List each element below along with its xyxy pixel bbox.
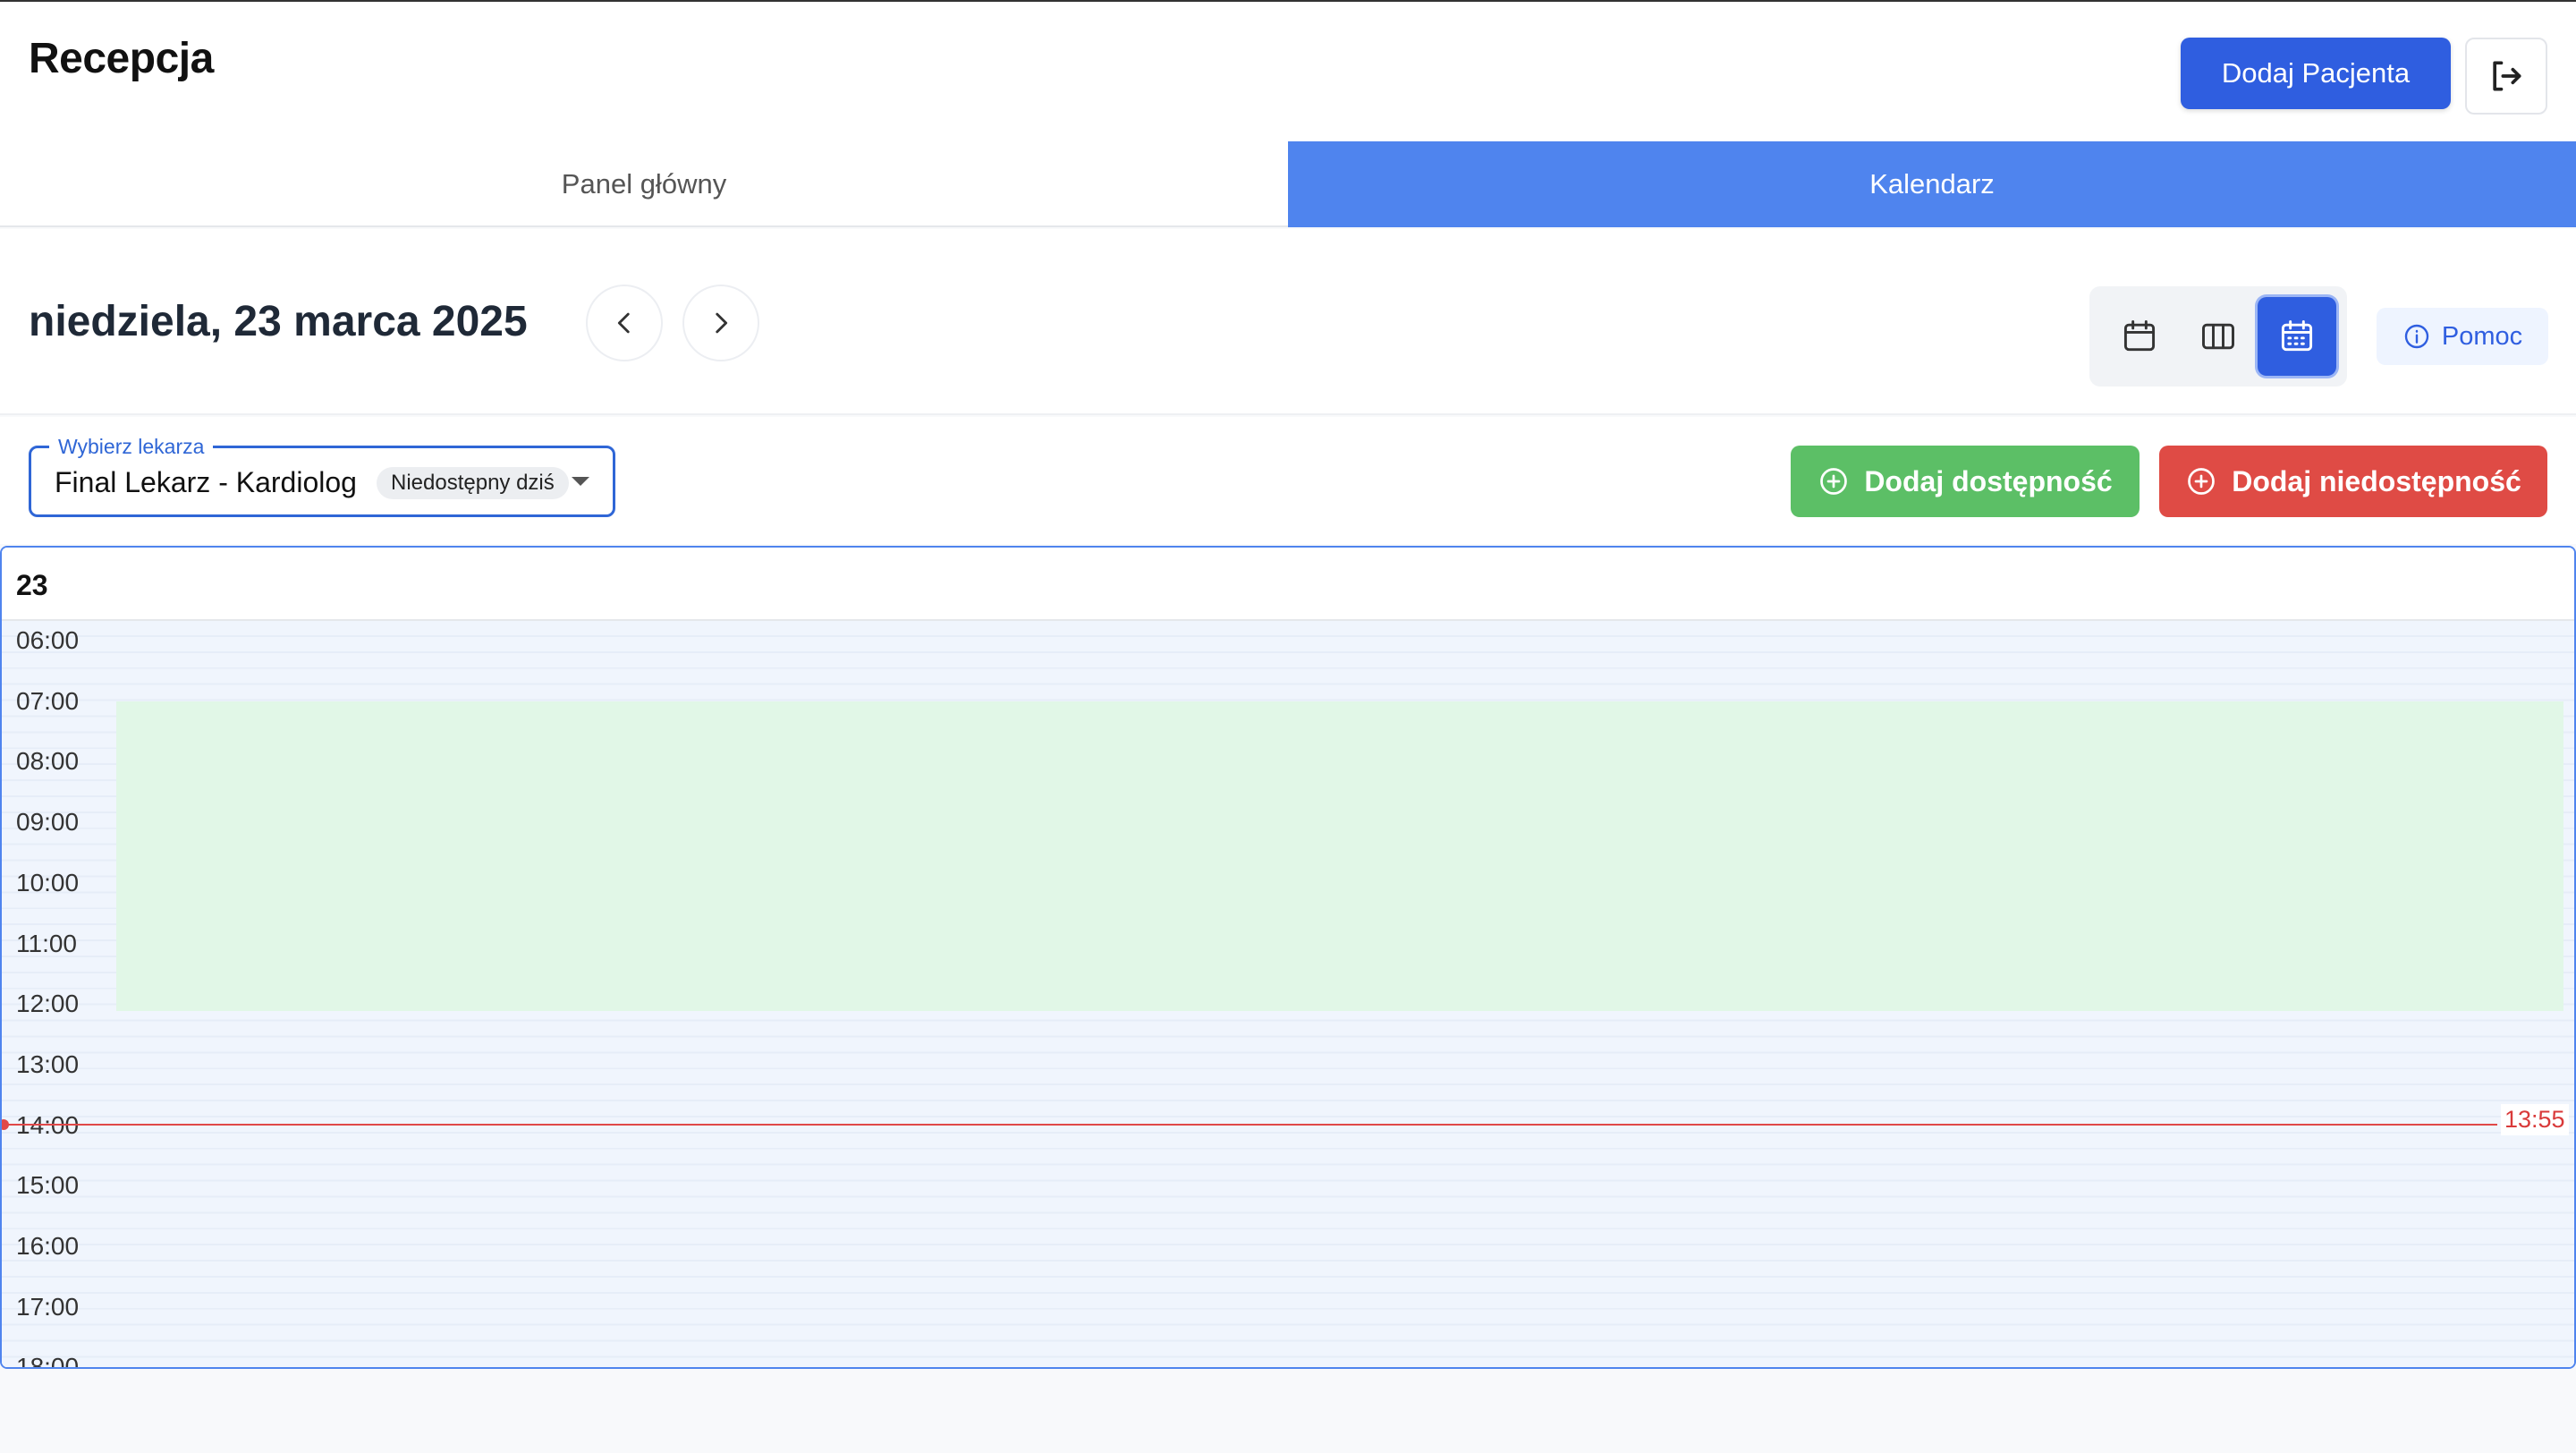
calendar-day-label: 23 bbox=[16, 569, 48, 601]
tab-kalendarz[interactable]: Kalendarz bbox=[1288, 141, 2576, 227]
add-availability-label: Dodaj dostępność bbox=[1864, 464, 2113, 497]
time-label: 17:00 bbox=[16, 1293, 80, 1321]
tab-panel-glowny[interactable]: Panel główny bbox=[0, 141, 1288, 227]
add-unavailability-label: Dodaj niedostępność bbox=[2232, 464, 2521, 497]
dropdown-arrow-icon bbox=[572, 477, 589, 486]
time-label: 13:00 bbox=[16, 1050, 80, 1078]
chevron-right-icon bbox=[716, 312, 728, 334]
time-label: 09:00 bbox=[16, 808, 80, 836]
availability-block[interactable] bbox=[116, 701, 2563, 1011]
calendar-grid-icon bbox=[2281, 320, 2313, 352]
time-label: 16:00 bbox=[16, 1232, 80, 1260]
time-label: 18:00 bbox=[16, 1353, 80, 1369]
calendar-time-grid[interactable]: 06:00 07:00 08:00 09:00 10:00 11:00 12:0… bbox=[2, 621, 2574, 1369]
time-label: 15:00 bbox=[16, 1171, 80, 1199]
main-tabs: Panel główny Kalendarz bbox=[0, 141, 2576, 227]
app-header: Recepcja Dodaj Pacjenta bbox=[0, 2, 2576, 141]
current-time-line bbox=[2, 1124, 2497, 1126]
doctor-select[interactable]: Wybierz lekarza Final Lekarz - Kardiolog… bbox=[29, 434, 615, 517]
doctor-select-label: Wybierz lekarza bbox=[49, 434, 214, 459]
logout-button[interactable] bbox=[2465, 38, 2547, 115]
doctor-select-value: Final Lekarz - Kardiolog bbox=[55, 466, 357, 498]
time-label: 08:00 bbox=[16, 747, 80, 775]
date-title: niedziela, 23 marca 2025 bbox=[29, 298, 528, 345]
day-view-button[interactable] bbox=[2100, 297, 2179, 376]
day-calendar: 23 06:00 07:00 08:00 09:00 10:00 11:00 1… bbox=[0, 546, 2576, 1369]
logout-icon bbox=[2493, 61, 2521, 91]
columns-icon bbox=[2202, 323, 2234, 350]
previous-day-button[interactable] bbox=[586, 285, 663, 361]
time-label: 11:00 bbox=[16, 930, 77, 957]
month-view-button[interactable] bbox=[2258, 297, 2336, 376]
plus-circle-icon bbox=[2188, 468, 2216, 495]
help-label: Pomoc bbox=[2441, 321, 2523, 351]
current-time-label: 13:55 bbox=[2501, 1104, 2569, 1135]
date-toolbar: niedziela, 23 marca 2025 Pomoc bbox=[0, 229, 2576, 415]
plus-circle-icon bbox=[1820, 468, 1848, 495]
time-label: 10:00 bbox=[16, 869, 80, 896]
info-icon bbox=[2404, 324, 2429, 349]
next-day-button[interactable] bbox=[682, 285, 759, 361]
week-view-button[interactable] bbox=[2179, 297, 2258, 376]
time-label: 12:00 bbox=[16, 990, 80, 1017]
time-label: 07:00 bbox=[16, 687, 80, 715]
view-switcher bbox=[2089, 286, 2347, 387]
doctor-status-chip: Niedostępny dziś bbox=[377, 467, 569, 499]
add-patient-button[interactable]: Dodaj Pacjenta bbox=[2181, 38, 2451, 109]
add-unavailability-button[interactable]: Dodaj niedostępność bbox=[2159, 446, 2547, 517]
calendar-icon bbox=[2123, 320, 2156, 352]
help-button[interactable]: Pomoc bbox=[2377, 308, 2548, 365]
chevron-left-icon bbox=[617, 312, 630, 334]
filter-row: Wybierz lekarza Final Lekarz - Kardiolog… bbox=[0, 417, 2576, 544]
app-title: Recepcja bbox=[29, 35, 214, 82]
time-label: 14:00 bbox=[16, 1111, 80, 1139]
time-label: 06:00 bbox=[16, 626, 80, 654]
calendar-day-header: 23 bbox=[2, 548, 2574, 621]
add-availability-button[interactable]: Dodaj dostępność bbox=[1791, 446, 2140, 517]
